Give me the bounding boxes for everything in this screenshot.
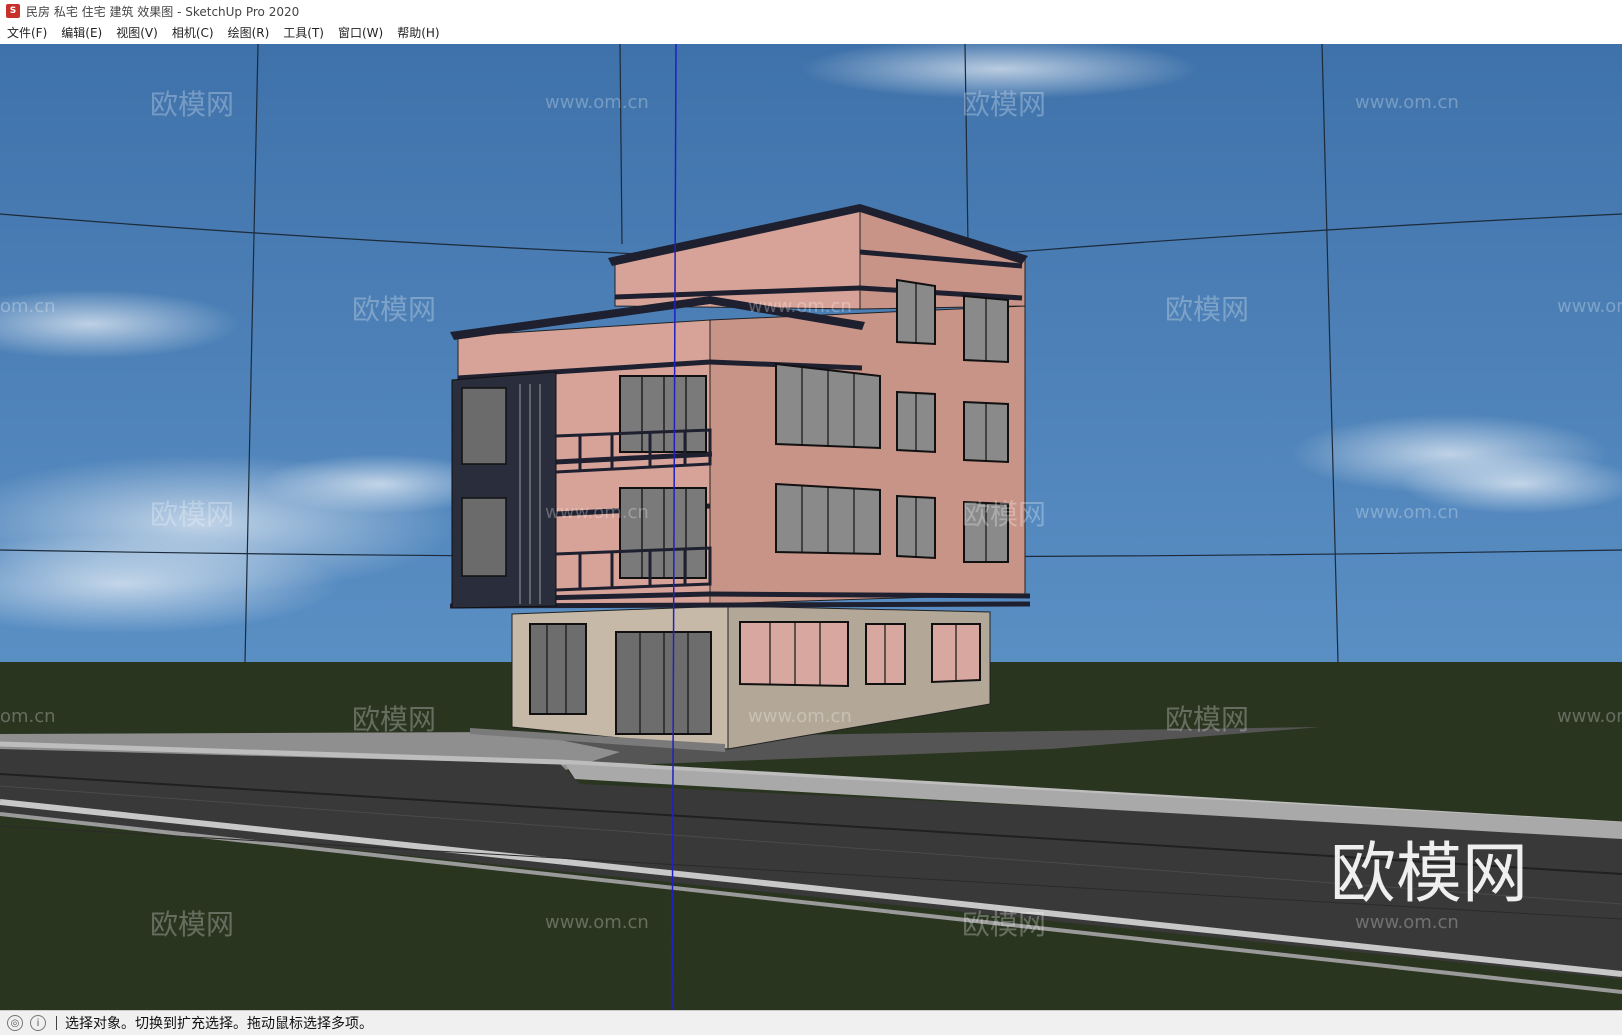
watermark-cn: 欧模网 — [352, 293, 436, 326]
menu-edit[interactable]: 编辑(E) — [54, 22, 109, 44]
watermark-cn: 欧模网 — [352, 703, 436, 736]
watermark-url: www.om.cn — [545, 92, 649, 113]
watermark-cn: 欧模网 — [150, 498, 234, 531]
watermark-url: www.om.cn — [1557, 296, 1622, 317]
watermark-large: 欧模网 — [1330, 835, 1528, 912]
watermark-url-partial: om.cn — [0, 706, 56, 727]
watermark-cn: 欧模网 — [962, 88, 1046, 121]
menu-file[interactable]: 文件(F) — [0, 22, 54, 44]
geo-location-icon[interactable]: ◎ — [7, 1015, 23, 1031]
status-bar: ◎ i 选择对象。切换到扩充选择。拖动鼠标选择多项。 — [0, 1010, 1622, 1035]
menu-camera[interactable]: 相机(C) — [165, 22, 221, 44]
watermark-cn: 欧模网 — [1165, 703, 1249, 736]
window-title: 民房 私宅 住宅 建筑 效果图 - SketchUp Pro 2020 — [26, 4, 300, 19]
watermark-url: www.om.cn — [545, 502, 649, 523]
watermark-url-partial: om.cn — [0, 296, 56, 317]
sketchup-logo-icon: S — [6, 4, 20, 18]
menu-view[interactable]: 视图(V) — [109, 22, 165, 44]
menu-draw[interactable]: 绘图(R) — [221, 22, 277, 44]
watermark-url: www.om.cn — [1557, 706, 1622, 727]
menu-window[interactable]: 窗口(W) — [331, 22, 390, 44]
watermark-cn: 欧模网 — [1165, 293, 1249, 326]
watermark-cn: 欧模网 — [150, 88, 234, 121]
watermark-cn: 欧模网 — [962, 498, 1046, 531]
info-icon[interactable]: i — [30, 1015, 46, 1031]
watermark-cn: 欧模网 — [150, 908, 234, 941]
menu-bar: 文件(F) 编辑(E) 视图(V) 相机(C) 绘图(R) 工具(T) 窗口(W… — [0, 22, 1622, 45]
watermark-url: www.om.cn — [1355, 92, 1459, 113]
menu-tools[interactable]: 工具(T) — [276, 22, 331, 44]
watermark-url: www.om.cn — [748, 706, 852, 727]
menu-help[interactable]: 帮助(H) — [390, 22, 446, 44]
title-bar: S 民房 私宅 住宅 建筑 效果图 - SketchUp Pro 2020 — [0, 0, 1622, 22]
model-viewport[interactable]: 欧模网 www.om.cn 欧模网 www.om.cn om.cn 欧模网 ww… — [0, 44, 1622, 1010]
watermark-url: www.om.cn — [748, 296, 852, 317]
watermark-url: www.om.cn — [1355, 502, 1459, 523]
watermark-cn: 欧模网 — [962, 908, 1046, 941]
watermark-url: www.om.cn — [1355, 912, 1459, 933]
watermark-url: www.om.cn — [545, 912, 649, 933]
status-message: 选择对象。切换到扩充选择。拖动鼠标选择多项。 — [65, 1016, 373, 1032]
status-divider — [56, 1016, 57, 1030]
